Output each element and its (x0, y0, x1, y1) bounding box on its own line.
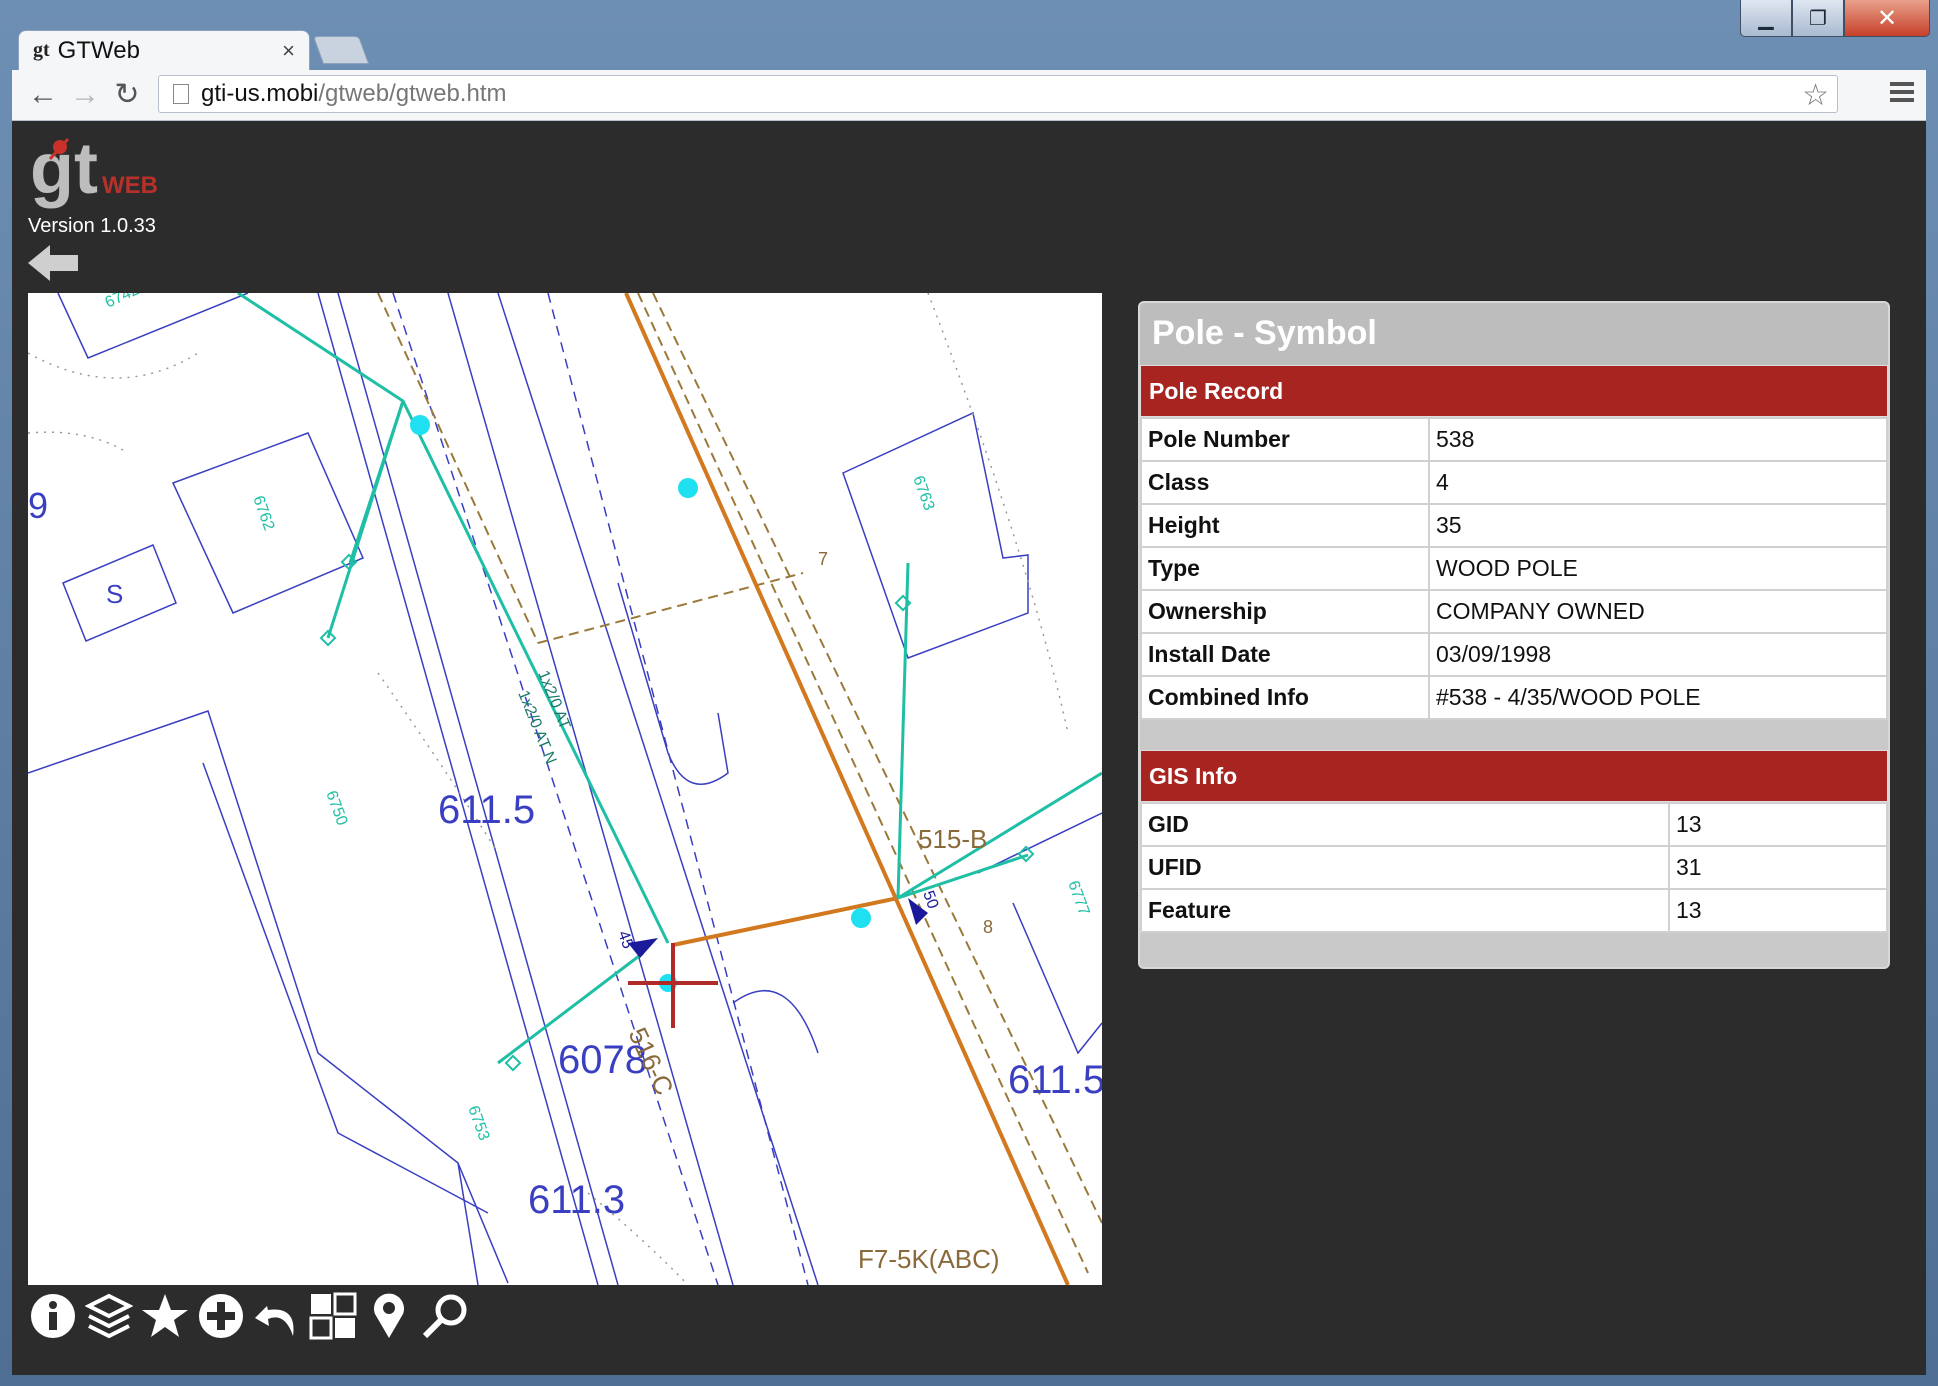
tab-close-icon[interactable]: × (282, 38, 295, 64)
row-value: 03/09/1998 (1428, 632, 1888, 677)
maximize-button[interactable]: ❐ (1792, 0, 1844, 37)
pole-record-heading: Pole Record (1140, 365, 1888, 417)
row-key: Type (1140, 546, 1430, 591)
version-label: Version 1.0.33 (28, 215, 156, 237)
row-value: COMPANY OWNED (1428, 589, 1888, 634)
forward-arrow-icon[interactable]: → (68, 78, 102, 112)
tab-title: GTWeb (57, 36, 140, 64)
table-row: Ownership COMPANY OWNED (1140, 589, 1888, 634)
panel-title: Pole - Symbol (1140, 303, 1888, 365)
map-canvas[interactable]: 611.5 6078 611.3 611.5 515-B F7-5K(ABC) … (28, 293, 1102, 1285)
pole-label: 50 (919, 889, 941, 912)
lot-label: 6762 (249, 494, 277, 533)
table-row: Pole Number 538 (1140, 417, 1888, 462)
elevation-label: 611.5 (438, 788, 535, 832)
location-pin-icon[interactable] (364, 1289, 414, 1343)
undo-icon[interactable] (252, 1289, 302, 1343)
map-label: 8 (983, 917, 993, 937)
gis-info-heading: GIS Info (1140, 750, 1888, 802)
back-arrow-icon[interactable]: ← (26, 78, 60, 112)
lot-label: 6750 (322, 789, 350, 828)
row-value: WOOD POLE (1428, 546, 1888, 591)
gtweb-logo: gt WEB (30, 129, 170, 215)
table-row: Combined Info #538 - 4/35/WOOD POLE (1140, 675, 1888, 720)
table-row: Height 35 (1140, 503, 1888, 548)
new-tab-button[interactable] (312, 36, 370, 64)
table-row: UFID 31 (1140, 845, 1888, 890)
url-path: /gtweb/gtweb.htm (318, 80, 507, 107)
back-arrow-icon[interactable] (28, 243, 80, 283)
row-value: 31 (1668, 845, 1888, 890)
close-window-button[interactable]: ✕ (1844, 0, 1930, 37)
reload-icon[interactable]: ↻ (110, 78, 144, 112)
menu-icon[interactable] (1890, 82, 1914, 106)
browser-toolbar: ← → ↻ gti-us.mobi/gtweb/gtweb.htm ☆ (12, 70, 1926, 121)
row-value: 4 (1428, 460, 1888, 505)
row-key: Feature (1140, 888, 1670, 933)
row-key: Ownership (1140, 589, 1430, 634)
row-key: Pole Number (1140, 417, 1430, 462)
browser-tab[interactable]: gt GTWeb × (18, 30, 310, 70)
row-key: UFID (1140, 845, 1670, 890)
bookmark-star-icon[interactable]: ☆ (1802, 78, 1829, 113)
browser-window: ▁ ❐ ✕ gt GTWeb × ← → ↻ gti-us.mobi/gtweb… (0, 0, 1938, 1386)
map-toolbar (28, 1289, 470, 1345)
search-icon[interactable] (420, 1289, 470, 1343)
lot-label: 6777 (1064, 879, 1092, 918)
layers-icon[interactable] (84, 1289, 134, 1343)
window-controls: ▁ ❐ ✕ (1740, 0, 1930, 38)
svg-text:WEB: WEB (102, 172, 158, 199)
row-key: Combined Info (1140, 675, 1430, 720)
lot-label: 6763 (909, 474, 937, 513)
row-value: 35 (1428, 503, 1888, 548)
favicon-icon: gt (33, 39, 50, 61)
table-row: Type WOOD POLE (1140, 546, 1888, 591)
pole-record-table: Pole Number 538 Class 4 Height 35 Type WOOD … (1140, 417, 1888, 720)
info-icon[interactable] (28, 1289, 78, 1343)
circuit-label: 515-B (918, 824, 987, 854)
row-value: 538 (1428, 417, 1888, 462)
elevation-label: 611.3 (528, 1178, 625, 1222)
row-value: #538 - 4/35/WOOD POLE (1428, 675, 1888, 720)
lot-label: 6753 (464, 1104, 492, 1143)
elevation-label: 611.5 (1008, 1058, 1102, 1102)
circuit-label: F7-5K(ABC) (858, 1244, 1000, 1274)
page-icon (173, 84, 189, 104)
address-bar[interactable]: gti-us.mobi/gtweb/gtweb.htm ☆ (158, 75, 1838, 113)
row-value: 13 (1668, 802, 1888, 847)
url-host: gti-us.mobi (201, 80, 319, 107)
table-row: Feature 13 (1140, 888, 1888, 933)
map-label: S (106, 579, 123, 609)
minimize-button[interactable]: ▁ (1740, 0, 1792, 37)
row-value: 13 (1668, 888, 1888, 933)
table-row: GID 13 (1140, 802, 1888, 847)
favorites-star-icon[interactable] (140, 1289, 190, 1343)
table-row: Install Date 03/09/1998 (1140, 632, 1888, 677)
map-label: 7 (818, 549, 828, 569)
lot-label: 6742 (103, 293, 143, 312)
row-key: Install Date (1140, 632, 1430, 677)
gis-info-table: GID 13 UFID 31 Feature 13 (1140, 802, 1888, 933)
feature-info-panel: Pole - Symbol Pole Record Pole Number 538… (1138, 301, 1890, 969)
row-key: GID (1140, 802, 1670, 847)
row-key: Height (1140, 503, 1430, 548)
row-key: Class (1140, 460, 1430, 505)
map-label: 9 (28, 485, 48, 526)
map-view[interactable]: 611.5 6078 611.3 611.5 515-B F7-5K(ABC) … (28, 293, 1102, 1285)
zoom-in-icon[interactable] (196, 1289, 246, 1343)
page-content: gt WEB Version 1.0.33 611.5 6078 611.3 6… (12, 121, 1926, 1375)
overview-icon[interactable] (308, 1289, 358, 1343)
table-row: Class 4 (1140, 460, 1888, 505)
